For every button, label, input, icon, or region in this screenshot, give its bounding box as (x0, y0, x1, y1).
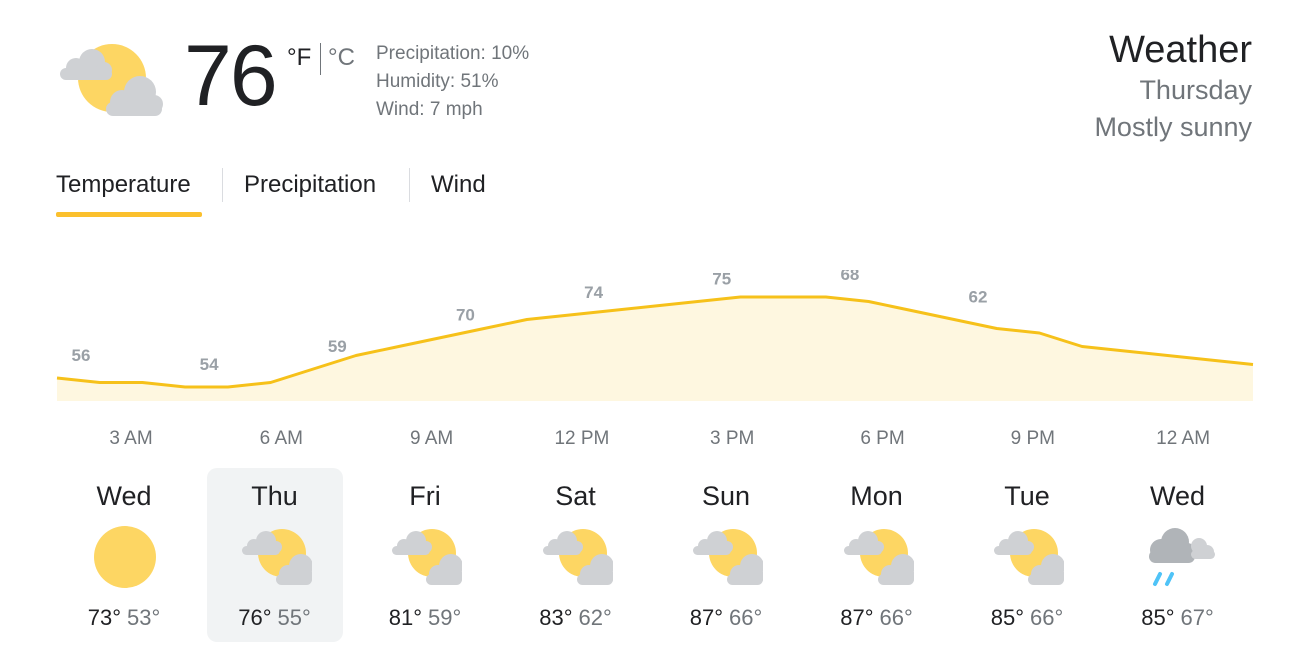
forecast-high: 87° (840, 605, 874, 630)
forecast-low: 66° (1030, 605, 1064, 630)
partly-cloudy-icon (240, 526, 314, 588)
tab-wind[interactable]: Wind (431, 168, 486, 202)
forecast-day-name: Wed (96, 481, 152, 511)
chart-point-label: 75 (712, 270, 731, 289)
precipitation-text: Precipitation: 10% (376, 43, 530, 64)
unit-fahrenheit-button[interactable]: °F (287, 44, 311, 72)
forecast-low: 55° (277, 605, 311, 630)
forecast-temps: 87° 66° (809, 604, 945, 632)
daily-forecast: Wed 73° 53° Thu 76° 55° Fri 81° 59° Sat 83° 62° Sun 8… (50, 468, 1260, 648)
forecast-low: 66° (879, 605, 913, 630)
chart-point-label: 70 (456, 306, 475, 325)
forecast-high: 85° (1141, 605, 1175, 630)
forecast-day-wed[interactable]: Wed 85° 67° (1110, 468, 1246, 642)
partly-cloudy-icon (56, 40, 166, 120)
partly-cloudy-icon (691, 526, 765, 588)
x-tick-label: 12 PM (554, 428, 609, 449)
forecast-low: 53° (127, 605, 161, 630)
forecast-day-mon[interactable]: Mon 87° 66° (809, 468, 945, 642)
forecast-high: 81° (388, 605, 422, 630)
humidity-text: Humidity: 51% (376, 71, 499, 92)
tab-divider (222, 168, 223, 202)
unit-divider (320, 43, 321, 75)
current-details: Precipitation: 10% Humidity: 51% Wind: 7… (376, 40, 529, 124)
forecast-high: 76° (238, 605, 272, 630)
x-tick-label: 6 PM (860, 428, 904, 449)
weather-card: 76 °F °C Precipitation: 10% Humidity: 51… (0, 0, 1292, 668)
tab-divider (409, 168, 410, 202)
x-tick-label: 6 AM (260, 428, 303, 449)
forecast-day-name: Mon (850, 481, 903, 511)
tab-precipitation[interactable]: Precipitation (244, 168, 376, 202)
forecast-low: 67° (1180, 605, 1214, 630)
forecast-day-sun[interactable]: Sun 87° 66° (658, 468, 794, 642)
forecast-day-name: Thu (251, 481, 298, 511)
tab-temperature[interactable]: Temperature (56, 168, 191, 202)
temperature-chart[interactable]: 56 54 59 70 74 75 68 62 3 AM 6 AM 9 AM 12 PM 3 PM 6 P… (0, 270, 1292, 450)
selected-tab-indicator (56, 212, 202, 217)
forecast-day-wed[interactable]: Wed 73° 53° (56, 468, 192, 642)
chart-point-label: 59 (328, 337, 347, 356)
partly-cloudy-icon (541, 526, 615, 588)
chart-point-label: 62 (969, 288, 988, 307)
forecast-day-fri[interactable]: Fri 81° 59° (357, 468, 493, 642)
sunny-icon (89, 526, 161, 588)
partly-cloudy-icon (842, 526, 916, 588)
x-tick-label: 3 PM (710, 428, 754, 449)
current-day: Thursday (1139, 75, 1252, 105)
forecast-temps: 73° 53° (56, 604, 192, 632)
forecast-temps: 85° 66° (959, 604, 1095, 632)
partly-cloudy-icon (992, 526, 1066, 588)
forecast-temps: 83° 62° (508, 604, 644, 632)
forecast-day-name: Tue (1004, 481, 1050, 511)
chart-point-label: 54 (200, 355, 219, 374)
forecast-day-name: Fri (409, 481, 441, 511)
forecast-low: 59° (428, 605, 462, 630)
forecast-day-tue[interactable]: Tue 85° 66° (959, 468, 1095, 642)
wind-text: Wind: 7 mph (376, 99, 483, 120)
forecast-high: 85° (990, 605, 1024, 630)
x-tick-label: 9 PM (1011, 428, 1055, 449)
forecast-high: 87° (689, 605, 723, 630)
weather-title: Weather (1109, 29, 1252, 71)
unit-celsius-button[interactable]: °C (328, 44, 355, 72)
forecast-high: 83° (539, 605, 573, 630)
current-condition: Mostly sunny (1094, 112, 1252, 142)
x-tick-label: 9 AM (410, 428, 453, 449)
forecast-high: 73° (87, 605, 121, 630)
forecast-low: 62° (578, 605, 612, 630)
x-tick-label: 12 AM (1156, 428, 1210, 449)
forecast-day-name: Sun (701, 481, 751, 511)
forecast-temps: 87° 66° (658, 604, 794, 632)
forecast-day-name: Wed (1149, 481, 1206, 511)
forecast-temps: 81° 59° (357, 604, 493, 632)
current-temperature: 76 (184, 28, 278, 124)
chart-point-label: 74 (584, 283, 603, 302)
rain-showers-icon (1143, 526, 1215, 588)
chart-point-label: 56 (72, 346, 91, 365)
chart-point-label: 68 (840, 270, 859, 284)
forecast-day-name: Sat (555, 481, 596, 511)
forecast-day-sat[interactable]: Sat 83° 62° (508, 468, 644, 642)
location-summary: Weather Thursday Mostly sunny (1094, 28, 1252, 146)
x-tick-label: 3 AM (109, 428, 152, 449)
forecast-temps: 85° 67° (1110, 604, 1246, 632)
forecast-temps: 76° 55° (207, 604, 343, 632)
forecast-low: 66° (729, 605, 763, 630)
forecast-day-thu[interactable]: Thu 76° 55° (206, 468, 343, 642)
partly-cloudy-icon (390, 526, 464, 588)
